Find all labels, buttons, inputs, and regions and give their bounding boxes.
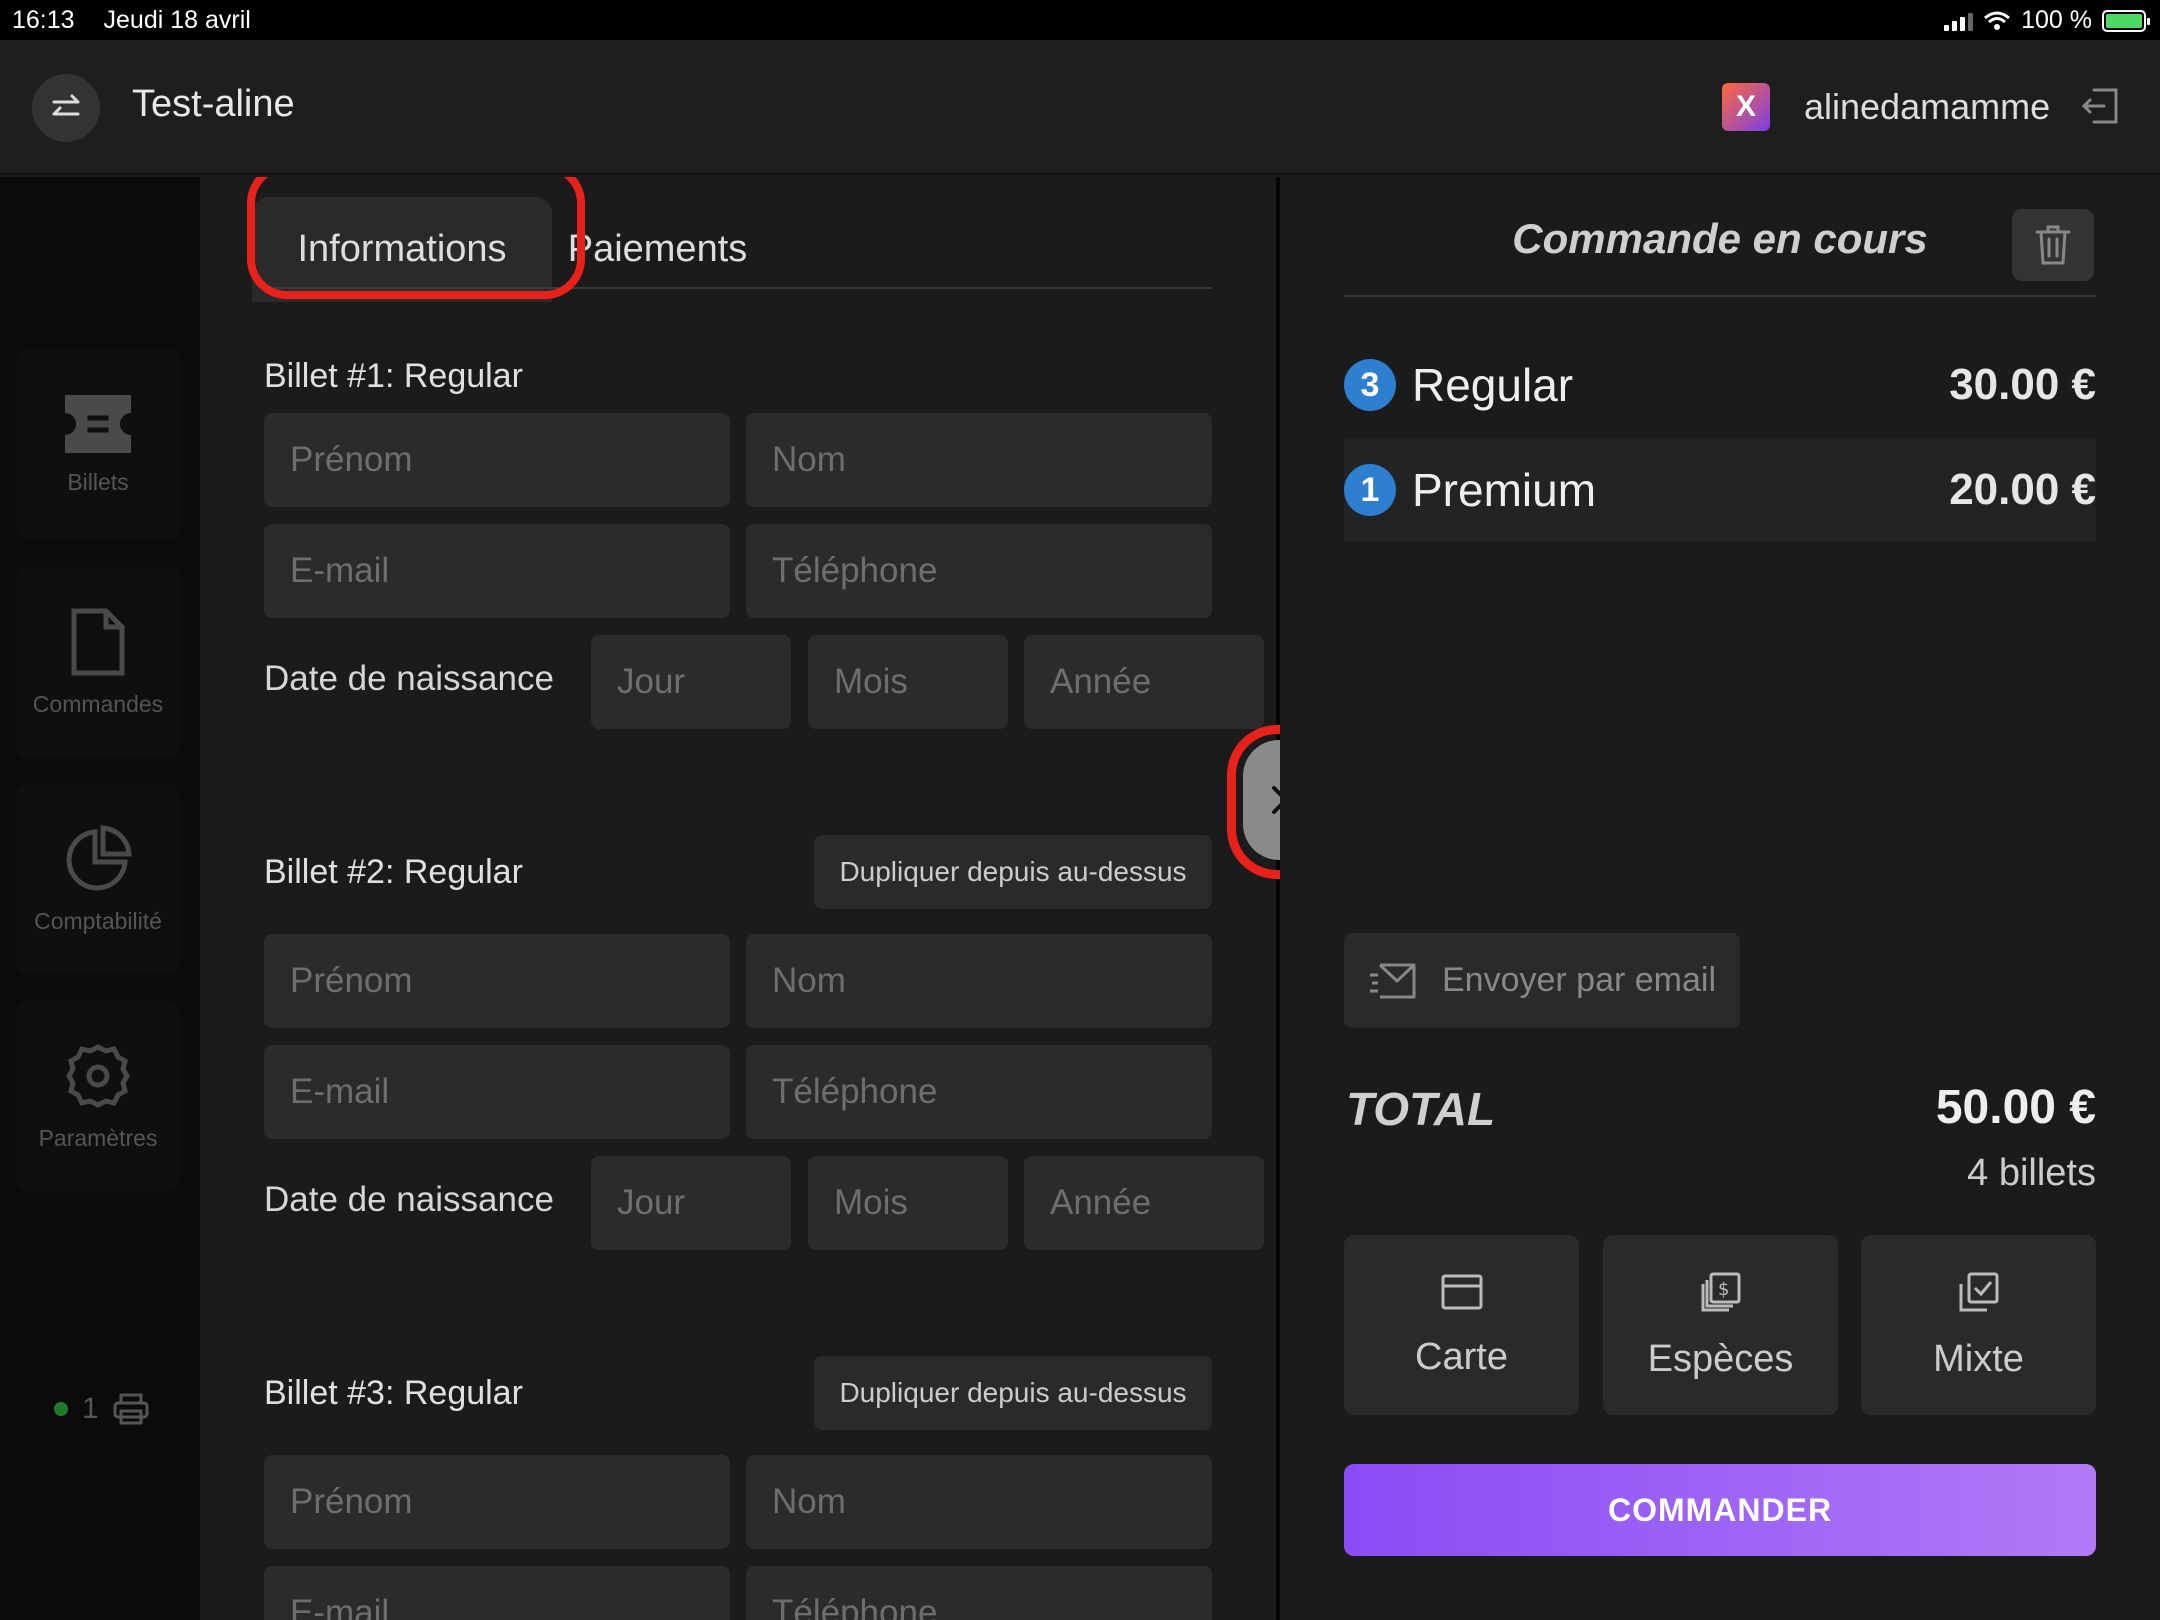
status-bar: 16:13 Jeudi 18 avril 100 % [0,0,2160,40]
battery-icon [2102,9,2150,32]
dob-label: Date de naissance [264,1180,554,1219]
prenom-field[interactable]: Prénom [264,1455,730,1549]
cash-icon: $ [1701,1272,1740,1311]
dob-day-field[interactable]: Jour [591,635,791,729]
printer-status[interactable]: 1 [54,1392,149,1426]
clear-order-button[interactable] [2012,209,2094,281]
quantity-badge: 1 [1344,464,1396,516]
wifi-icon [1984,11,2011,30]
sidebar-item-label: Paramètres [38,1124,158,1151]
mixed-payment-icon [1959,1272,1998,1311]
email-icon [1370,963,1416,998]
swap-arrows-icon [52,94,80,116]
telephone-field[interactable]: Téléphone [746,1045,1212,1139]
sidebar-item-parametres[interactable]: Paramètres [16,1001,180,1191]
attendee-form-panel: Informations Paiements Billet #1: Regula… [200,177,1276,1620]
sidebar-item-label: Comptabilité [34,907,162,934]
app-header: Test-aline X alinedamamme [0,40,2160,175]
dob-month-field[interactable]: Mois [808,1156,1008,1250]
billet-title: Billet #3: Regular [264,1374,523,1412]
order-item[interactable]: 1 Premium 20.00 € [1344,438,2096,542]
send-email-button[interactable]: Envoyer par email [1344,933,1740,1028]
item-price: 20.00 € [1949,465,2096,514]
printer-icon [113,1393,149,1425]
sidebar-item-label: Commandes [32,690,164,717]
svg-text:$: $ [1718,1279,1729,1300]
status-date: Jeudi 18 avril [103,6,251,34]
pay-mixed-button[interactable]: Mixte [1861,1235,2096,1415]
email-field[interactable]: E-mail [264,524,730,618]
gear-icon [66,1043,130,1108]
username: alinedamamme [1804,86,2051,127]
telephone-field[interactable]: Téléphone [746,524,1212,618]
order-panel: Commande en cours 3 Regular 30.00 € 1 Pr… [1280,177,2160,1620]
nom-field[interactable]: Nom [746,934,1212,1028]
item-name: Regular [1412,359,1574,411]
item-price: 30.00 € [1949,360,2096,409]
nom-field[interactable]: Nom [746,413,1212,507]
sidebar-item-commandes[interactable]: Commandes [16,567,180,757]
duplicate-above-button[interactable]: Dupliquer depuis au-dessus [814,835,1212,909]
dob-label: Date de naissance [264,659,554,698]
sidebar-item-billets[interactable]: Billets [16,349,180,539]
ticket-icon [65,394,131,453]
highlight-annotation [247,177,585,299]
cellular-signal-icon [1944,11,1974,31]
trash-icon [2035,225,2071,265]
item-name: Premium [1412,464,1597,516]
pie-chart-icon [66,824,132,890]
document-icon [71,608,125,675]
dob-day-field[interactable]: Jour [591,1156,791,1250]
pay-cash-button[interactable]: $ Espèces [1603,1235,1838,1415]
telephone-field[interactable]: Téléphone [746,1566,1212,1620]
pay-cash-label: Espèces [1647,1337,1794,1380]
billet-title: Billet #2: Regular [264,853,523,891]
credit-card-icon [1441,1274,1482,1309]
switch-event-button[interactable] [32,74,100,142]
dob-month-field[interactable]: Mois [808,635,1008,729]
send-email-label: Envoyer par email [1442,961,1717,999]
printer-count: 1 [82,1392,99,1425]
quantity-badge: 3 [1344,359,1396,411]
battery-percent: 100 % [2021,6,2092,34]
pay-card-label: Carte [1415,1335,1508,1378]
organizer-logo: X [1722,83,1770,131]
order-divider [1344,295,2096,297]
duplicate-above-button[interactable]: Dupliquer depuis au-dessus [814,1356,1212,1430]
logout-icon [2081,88,2118,124]
pay-card-button[interactable]: Carte [1344,1235,1579,1415]
dob-year-field[interactable]: Année [1024,635,1264,729]
email-field[interactable]: E-mail [264,1045,730,1139]
nom-field[interactable]: Nom [746,1455,1212,1549]
pay-mixed-label: Mixte [1933,1337,2024,1380]
order-item[interactable]: 3 Regular 30.00 € [1344,333,2096,437]
total-amount: 50.00 € [1935,1081,2096,1134]
printer-status-dot [54,1402,68,1416]
logout-button[interactable] [2080,84,2124,133]
dob-year-field[interactable]: Année [1024,1156,1264,1250]
sidebar: Billets Commandes Comptabilité Paramètre… [0,177,200,1620]
event-title: Test-aline [132,83,295,125]
status-time: 16:13 [12,6,75,34]
email-field[interactable]: E-mail [264,1566,730,1620]
prenom-field[interactable]: Prénom [264,934,730,1028]
ticket-count: 4 billets [1967,1152,2096,1194]
total-label: TOTAL [1346,1083,1496,1135]
billet-title: Billet #1: Regular [264,357,523,395]
prenom-field[interactable]: Prénom [264,413,730,507]
sidebar-item-comptabilite[interactable]: Comptabilité [16,784,180,974]
commander-button[interactable]: COMMANDER [1344,1464,2096,1556]
sidebar-item-label: Billets [67,468,129,495]
